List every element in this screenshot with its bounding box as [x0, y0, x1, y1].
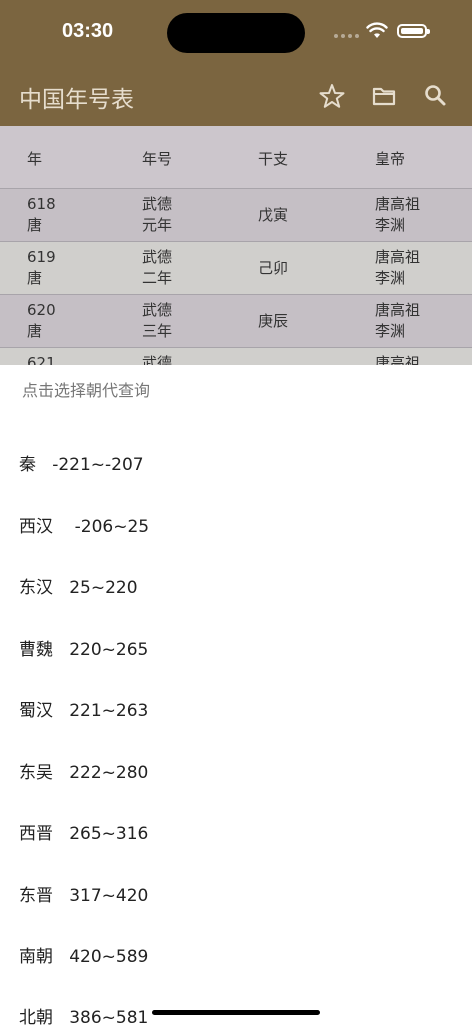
cell-era-year: 元年 — [142, 216, 173, 234]
table-row[interactable]: 620 唐 武德三年 庚辰 唐高祖李渊 — [0, 295, 472, 348]
status-time: 03:30 — [62, 20, 114, 42]
table-row[interactable]: 619 唐 武德二年 己卯 唐高祖李渊 — [0, 242, 472, 295]
cellular-signal-icon — [334, 34, 359, 38]
dynasty-item-northern-dynasties[interactable]: 北朝 386~581 — [19, 1003, 148, 1028]
cell-ganzhi: 己卯 — [258, 259, 289, 277]
cell-year: 620 — [27, 301, 56, 319]
dynasty-item-cao-wei[interactable]: 曹魏 220~265 — [19, 635, 148, 660]
cell-dynasty: 唐 — [27, 322, 43, 340]
search-icon[interactable] — [422, 82, 450, 110]
cell-emperor-name: 李渊 — [375, 269, 406, 287]
dynasty-item-eastern-wu[interactable]: 东吴 222~280 — [19, 758, 148, 783]
header-emperor: 皇帝 — [375, 150, 406, 168]
table-row[interactable]: 621 武德 唐高祖 — [0, 348, 472, 365]
sheet-title: 点击选择朝代查询 — [22, 381, 151, 400]
home-indicator[interactable] — [152, 1010, 320, 1015]
era-table: 年 年号 干支 皇帝 618 唐 武德 元年 戊寅 唐高祖 李渊 619 唐 武德 二年 … — [0, 126, 472, 365]
dynasty-item-western-jin[interactable]: 西晋 265~316 — [19, 819, 148, 844]
cell-ganzhi: 庚辰 — [258, 312, 289, 330]
cell-year: 619 — [27, 248, 56, 266]
cell-emperor-title: 唐高祖 — [375, 354, 421, 365]
status-bar: 03:30 — [0, 0, 472, 66]
dynasty-item-southern-dynasties[interactable]: 南朝 420~589 — [19, 942, 148, 967]
app-bar: 中国年号表 — [0, 66, 472, 126]
page-title: 中国年号表 — [19, 87, 134, 113]
table-header: 年 年号 干支 皇帝 — [0, 126, 472, 189]
battery-icon — [397, 24, 430, 38]
cell-dynasty: 唐 — [27, 216, 43, 234]
table-row[interactable]: 618 唐 武德元年 戊寅 唐高祖李渊 — [0, 189, 472, 242]
dynamic-island — [167, 13, 305, 53]
star-icon[interactable] — [318, 82, 346, 110]
cell-era: 武德 — [142, 195, 173, 213]
cell-era: 武德 — [142, 354, 173, 365]
cell-era: 武德 — [142, 301, 173, 319]
dynasty-item-eastern-han[interactable]: 东汉 25~220 — [19, 573, 138, 598]
dynasty-item-qin[interactable]: 秦 -221~-207 — [19, 450, 144, 475]
wifi-icon — [366, 22, 388, 44]
cell-year: 621 — [27, 354, 56, 365]
cell-era-year: 三年 — [142, 322, 173, 340]
cell-year: 618 — [27, 195, 56, 213]
dynasty-item-western-han[interactable]: 西汉 -206~25 — [19, 512, 149, 537]
header-year: 年 — [27, 150, 43, 168]
cell-era-year: 二年 — [142, 269, 173, 287]
header-era-name: 年号 — [142, 150, 173, 168]
cell-emperor-title: 唐高祖 — [375, 195, 421, 213]
cell-era: 武德 — [142, 248, 173, 266]
cell-emperor-name: 李渊 — [375, 216, 406, 234]
cell-emperor-title: 唐高祖 — [375, 248, 421, 266]
folder-icon[interactable] — [370, 82, 398, 110]
cell-emperor-title: 唐高祖 — [375, 301, 421, 319]
dynasty-picker-sheet: 点击选择朝代查询 秦 -221~-207 西汉 -206~25 东汉 25~22… — [0, 365, 472, 1028]
cell-ganzhi: 戊寅 — [258, 206, 289, 224]
dynasty-item-eastern-jin[interactable]: 东晋 317~420 — [19, 881, 148, 906]
cell-dynasty: 唐 — [27, 269, 43, 287]
header-ganzhi: 干支 — [258, 150, 289, 168]
cell-emperor-name: 李渊 — [375, 322, 406, 340]
dynasty-item-shu-han[interactable]: 蜀汉 221~263 — [19, 696, 148, 721]
